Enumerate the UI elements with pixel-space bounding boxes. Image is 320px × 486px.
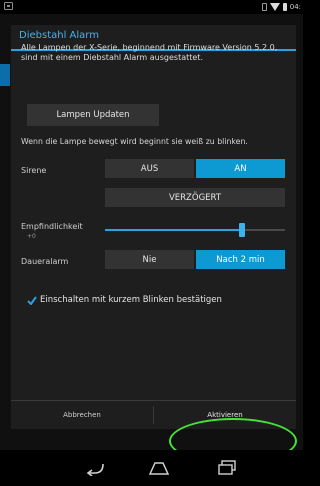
- home-icon[interactable]: [148, 460, 170, 476]
- navigation-bar: [0, 450, 303, 486]
- sensitivity-slider[interactable]: [105, 223, 285, 237]
- siren-delayed-button[interactable]: VERZÖGERT: [105, 188, 285, 207]
- cancel-button[interactable]: Abbrechen: [11, 401, 153, 429]
- sensitivity-label: Empfindlichkeit: [21, 222, 83, 231]
- description-text: Alle Lampen der X-Serie, beginnend mit F…: [21, 43, 278, 62]
- vibrate-icon: [261, 3, 267, 11]
- confirm-checkbox[interactable]: Einschalten mit kurzem Blinken bestätige…: [27, 295, 222, 305]
- back-icon[interactable]: [83, 460, 107, 476]
- clock: 04:: [289, 3, 301, 11]
- confirm-checkbox-label: Einschalten mit kurzem Blinken bestätige…: [40, 295, 222, 305]
- continuous-alarm-2min-button[interactable]: Nach 2 min: [196, 250, 285, 269]
- siren-on-button[interactable]: AN: [196, 159, 285, 178]
- battery-icon: [282, 3, 287, 11]
- info-text: Wenn die Lampe bewegt wird beginnt sie w…: [21, 137, 248, 146]
- sensitivity-slider-fill: [105, 229, 242, 231]
- siren-label: Sirene: [21, 166, 47, 175]
- continuous-alarm-never-button[interactable]: Nie: [105, 250, 194, 269]
- recents-icon[interactable]: [217, 460, 237, 476]
- wifi-icon: [269, 3, 280, 11]
- background-accent: [0, 64, 10, 86]
- checkmark-icon: [27, 295, 37, 305]
- sensitivity-value: +0: [27, 233, 36, 240]
- status-icons: 04:: [261, 1, 301, 13]
- status-bar: 04:: [0, 0, 303, 14]
- notification-icon: [4, 2, 13, 10]
- continuous-alarm-label: Daueralarm: [21, 257, 69, 266]
- siren-off-button[interactable]: AUS: [105, 159, 194, 178]
- update-lamps-button[interactable]: Lampen Updaten: [27, 104, 159, 126]
- sensitivity-slider-thumb[interactable]: [238, 223, 245, 237]
